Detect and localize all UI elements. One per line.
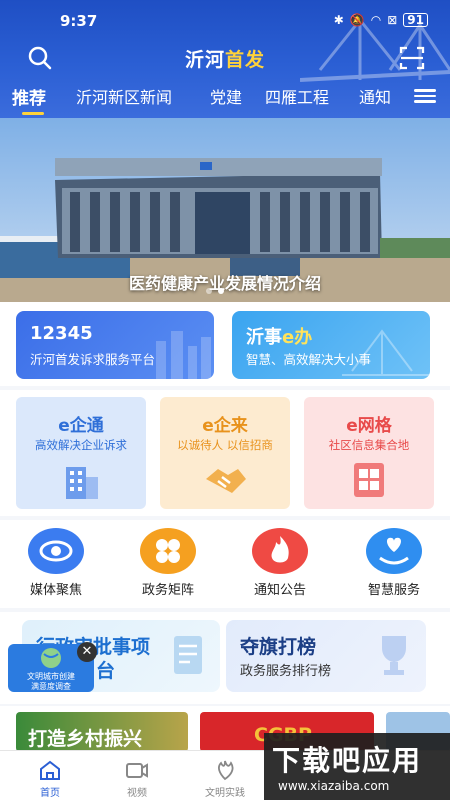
channel-tabs: 推荐 沂河新区新闻 党建 四雁工程 通知 bbox=[0, 84, 450, 115]
watermark-title: 下载吧应用 bbox=[272, 744, 423, 777]
news-rural-text: 打造乡村振兴 bbox=[28, 728, 143, 750]
watermark-url: www.xiazaiba.com bbox=[278, 779, 390, 793]
quick-media-focus[interactable]: 媒体聚焦 bbox=[1, 528, 111, 598]
practice-icon bbox=[218, 760, 234, 781]
quick-notice[interactable]: 通知公告 bbox=[225, 528, 335, 598]
tab-yihe-news[interactable]: 沂河新区新闻 bbox=[76, 84, 172, 108]
heart-hand-icon bbox=[366, 528, 422, 574]
carousel-dot bbox=[206, 288, 212, 294]
banner-caption: 医药健康产业发展情况介绍 bbox=[128, 274, 321, 293]
hotline-subtitle: 沂河首发诉求服务平台 bbox=[30, 352, 156, 367]
menu-icon[interactable] bbox=[414, 86, 436, 106]
grid-icon bbox=[354, 463, 384, 497]
yishi-eban-title: 沂事e办 bbox=[246, 327, 313, 348]
building-icon bbox=[66, 467, 98, 499]
banner-carousel[interactable]: 医药健康产业发展情况介绍 bbox=[0, 118, 450, 302]
badge-line2: 满意度调查 bbox=[31, 682, 71, 691]
scan-icon[interactable] bbox=[398, 44, 426, 72]
e-qilai-subtitle: 以诚待人 以信招商 bbox=[177, 438, 273, 452]
quick-gov-matrix[interactable]: 政务矩阵 bbox=[113, 528, 223, 598]
e-qitong-card[interactable]: e企通 高效解决企业诉求 bbox=[16, 397, 146, 509]
system-icons: ✱ 🔕 ◠ ⊠ 91 bbox=[334, 13, 428, 27]
status-bar: 9:37 ✱ 🔕 ◠ ⊠ 91 bbox=[0, 0, 450, 44]
quick-media-focus-label: 媒体聚焦 bbox=[29, 583, 82, 598]
tab-party-building[interactable]: 党建 bbox=[210, 84, 242, 108]
battery-icon: 91 bbox=[403, 13, 428, 27]
mute-icon: 🔕 bbox=[349, 13, 365, 27]
quick-smart-service-label: 智慧服务 bbox=[367, 583, 420, 598]
document-icon bbox=[174, 636, 202, 674]
trophy-icon bbox=[382, 636, 406, 675]
app-title: 沂河首发 bbox=[184, 49, 266, 71]
flag-ranking-subtitle: 政务服务排行榜 bbox=[240, 664, 332, 679]
handshake-icon bbox=[206, 469, 246, 493]
quick-smart-service[interactable]: 智慧服务 bbox=[339, 528, 449, 598]
tab-home[interactable]: 首页 bbox=[15, 757, 85, 799]
eye-icon bbox=[28, 528, 84, 574]
earth-icon bbox=[41, 648, 61, 668]
home-icon bbox=[40, 760, 60, 780]
e-wangge-card[interactable]: e网格 社区信息集合地 bbox=[304, 397, 434, 509]
bluetooth-icon: ✱ bbox=[333, 13, 344, 27]
active-tab-indicator bbox=[22, 112, 44, 115]
admin-approval-subtitle: 台 bbox=[96, 660, 116, 682]
close-network-icon: ⊠ bbox=[387, 13, 398, 27]
tab-four-geese[interactable]: 四雁工程 bbox=[265, 84, 329, 108]
quick-notice-label: 通知公告 bbox=[253, 583, 306, 598]
tab-recommend[interactable]: 推荐 bbox=[12, 84, 46, 109]
flame-icon bbox=[252, 528, 308, 574]
e-qilai-card[interactable]: e企来 以诚待人 以信招商 bbox=[160, 397, 290, 509]
carousel-dot-active bbox=[218, 288, 224, 294]
e-qitong-subtitle: 高效解决企业诉求 bbox=[35, 438, 127, 452]
clover-icon bbox=[140, 528, 196, 574]
app-header: 9:37 ✱ 🔕 ◠ ⊠ 91 沂河首发 推荐 沂河新区新闻 党建 四雁工程 通… bbox=[0, 0, 450, 118]
hotline-number: 12345 bbox=[30, 323, 93, 344]
tab-notice[interactable]: 通知 bbox=[359, 84, 391, 108]
status-time: 9:37 bbox=[60, 12, 98, 30]
top-bar: 沂河首发 bbox=[0, 40, 450, 76]
wifi-icon: ◠ bbox=[370, 13, 382, 27]
close-icon[interactable]: ✕ bbox=[77, 642, 97, 662]
city-skyline-graphic bbox=[156, 331, 211, 379]
yishi-eban-subtitle: 智慧、高效解决大小事 bbox=[246, 352, 372, 367]
e-qilai-title: e企来 bbox=[202, 416, 248, 436]
quick-gov-matrix-label: 政务矩阵 bbox=[141, 583, 194, 598]
video-icon bbox=[126, 763, 148, 778]
news-rural-revitalization[interactable]: 打造乡村振兴 bbox=[16, 712, 188, 752]
e-wangge-title: e网格 bbox=[346, 416, 392, 436]
tab-civilization-practice[interactable]: 文明实践 bbox=[190, 757, 260, 799]
flag-ranking-card[interactable]: 夺旗打榜 政务服务排行榜 bbox=[226, 620, 426, 692]
watermark: 下载吧应用 www.xiazaiba.com bbox=[264, 733, 450, 800]
hotline-12345-card[interactable]: 12345 沂河首发诉求服务平台 bbox=[16, 311, 214, 379]
flag-ranking-title: 夺旗打榜 bbox=[240, 636, 317, 658]
yishi-eban-card[interactable]: 沂事e办 智慧、高效解决大小事 bbox=[232, 311, 430, 379]
tab-video[interactable]: 视频 bbox=[102, 757, 172, 799]
e-qitong-title: e企通 bbox=[58, 416, 104, 436]
e-wangge-subtitle: 社区信息集合地 bbox=[328, 438, 410, 452]
